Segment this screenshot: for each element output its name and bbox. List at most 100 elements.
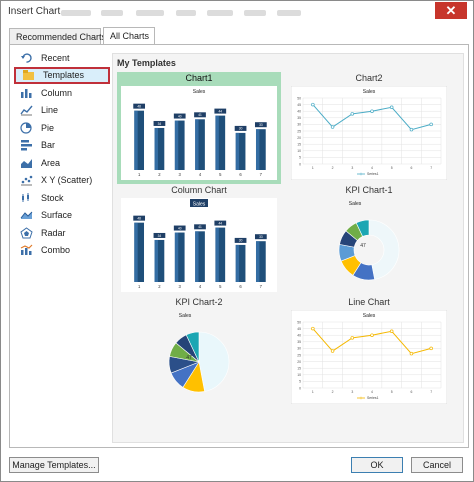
- data-point: [429, 122, 433, 127]
- legend-marker: [359, 172, 363, 176]
- my-templates-header: My Templates: [117, 58, 176, 68]
- chart-title: Sales: [349, 201, 362, 207]
- data-label: 41: [198, 113, 202, 117]
- background-ribbon: [61, 10, 91, 16]
- data-point: [350, 112, 355, 116]
- kpi-chart-2-thumbnail: Sales 47: [121, 310, 277, 404]
- tab-recommended-charts[interactable]: Recommended Charts: [9, 28, 106, 45]
- bar-highlight: [235, 132, 240, 170]
- x-tick-label: 6: [410, 166, 412, 170]
- sidebar-item-stock[interactable]: Stock: [14, 189, 110, 207]
- radar-chart-icon: [20, 227, 33, 239]
- template-name: Chart1: [185, 73, 213, 83]
- background-ribbon: [176, 10, 196, 16]
- sidebar-item-label: Recent: [41, 52, 70, 63]
- data-label: 40: [178, 226, 182, 230]
- insert-chart-dialog: Insert Chart ✕ Recommended Charts All Ch…: [0, 0, 474, 482]
- data-point: [311, 326, 315, 331]
- y-tick-label: 35: [297, 340, 301, 344]
- line-chart-icon: [20, 104, 33, 116]
- sidebar-item-column[interactable]: Column: [14, 84, 110, 102]
- template-name: Chart2: [355, 73, 383, 83]
- chart-background: [291, 310, 447, 404]
- recent-icon: [20, 52, 33, 64]
- y-tick-label: 0: [299, 162, 301, 166]
- scatter-chart-icon: [20, 174, 33, 186]
- data-label: 30: [239, 239, 243, 243]
- x-tick-label: 2: [332, 390, 334, 394]
- data-point: [350, 336, 355, 340]
- legend-label: Series1: [367, 396, 379, 400]
- y-tick-label: 15: [297, 143, 301, 147]
- sidebar-item-pie[interactable]: Pie: [14, 119, 110, 137]
- bar-highlight: [154, 239, 158, 282]
- sidebar-item-recent[interactable]: Recent: [14, 49, 110, 67]
- data-point: [389, 105, 394, 109]
- data-label: 48: [137, 216, 141, 220]
- stock-chart-icon: [20, 192, 33, 204]
- x-tick-label: 6: [410, 390, 412, 394]
- sidebar-item-label: Bar: [41, 140, 56, 151]
- sidebar-item-combo[interactable]: Combo: [14, 242, 110, 260]
- data-label: 44: [219, 109, 223, 113]
- kpi-chart-1-thumbnail: Sales 47: [291, 198, 447, 292]
- sidebar-item-label: Templates: [43, 70, 85, 81]
- x-tick-label: 3: [351, 166, 353, 170]
- x-tick-label: 5: [391, 166, 393, 170]
- sidebar-item-templates[interactable]: Templates: [14, 66, 110, 84]
- data-point: [330, 349, 335, 353]
- chart-title: Sales: [363, 89, 376, 95]
- sidebar-item-label: Line: [41, 105, 59, 116]
- data-point: [409, 127, 414, 132]
- surface-chart-icon: [20, 209, 33, 221]
- sidebar-item-bar[interactable]: Bar: [14, 137, 110, 155]
- data-label: 41: [198, 225, 202, 229]
- bar-highlight: [174, 232, 179, 282]
- x-tick-label: 1: [312, 166, 314, 170]
- template-name: KPI Chart-2: [175, 297, 223, 307]
- y-tick-label: 50: [297, 320, 301, 324]
- template-kpi-chart-2[interactable]: KPI Chart-2 Sales 47: [117, 296, 281, 408]
- title-bar: Insert Chart ✕: [1, 1, 473, 23]
- y-tick-label: 25: [297, 129, 301, 133]
- legend-label: Series1: [367, 172, 379, 176]
- bar-highlight: [235, 244, 240, 282]
- chart-title: Sales: [179, 313, 192, 319]
- cancel-button[interactable]: Cancel: [411, 457, 463, 473]
- y-tick-label: 40: [297, 334, 301, 338]
- column-chart-icon: [20, 87, 33, 99]
- close-button[interactable]: ✕: [435, 2, 467, 19]
- template-chart1[interactable]: Chart1 Sales 48 1 34 2 40 3 41 4 44 5 30 6 33 7: [117, 72, 281, 184]
- bar-highlight: [154, 127, 158, 170]
- sidebar-item-surface[interactable]: Surface: [14, 207, 110, 225]
- manage-templates-button[interactable]: Manage Templates...: [9, 457, 99, 473]
- template-name: Line Chart: [348, 297, 390, 307]
- template-chart2[interactable]: Chart2 Sales 0 5 10 15 20 25 30 35 40 45 50 1 2 3 4 5 6 7 S…: [287, 72, 451, 184]
- sidebar-item-label: Surface: [41, 210, 73, 221]
- bar-highlight: [215, 115, 219, 170]
- data-label: 44: [219, 221, 223, 225]
- tab-all-charts[interactable]: All Charts: [103, 27, 155, 45]
- bar-highlight: [174, 120, 179, 170]
- chart2-thumbnail: Sales051015202530354045501 2 3 4 5 6 7Series1: [291, 86, 447, 180]
- sidebar-item-area[interactable]: Area: [14, 154, 110, 172]
- sidebar-item-radar[interactable]: Radar: [14, 224, 110, 242]
- y-tick-label: 20: [297, 136, 301, 140]
- background-ribbon: [207, 10, 233, 16]
- bar-highlight: [134, 110, 138, 170]
- legend-marker: [359, 396, 363, 400]
- y-tick-label: 40: [297, 110, 301, 114]
- chart-title: Sales: [363, 313, 376, 319]
- template-line-chart[interactable]: Line Chart Sales 0 5 10 15 20 25 30 35 40 45 50 1 2 3 4…: [287, 296, 451, 408]
- x-tick-label: 4: [371, 390, 373, 394]
- y-tick-label: 15: [297, 367, 301, 371]
- ok-button[interactable]: OK: [351, 457, 403, 473]
- data-point: [311, 102, 315, 107]
- sidebar-item-scatter[interactable]: X Y (Scatter): [14, 172, 110, 190]
- chart-title: Sales: [193, 89, 206, 95]
- y-tick-label: 50: [297, 96, 301, 100]
- sidebar-item-line[interactable]: Line: [14, 102, 110, 120]
- x-tick-label: 3: [351, 390, 353, 394]
- template-column-chart[interactable]: Column Chart Sales 48 1 34 2 40 3 41 4 44 5 30 6 33 7: [117, 184, 281, 296]
- template-kpi-chart-1[interactable]: KPI Chart-1 Sales 47: [287, 184, 451, 296]
